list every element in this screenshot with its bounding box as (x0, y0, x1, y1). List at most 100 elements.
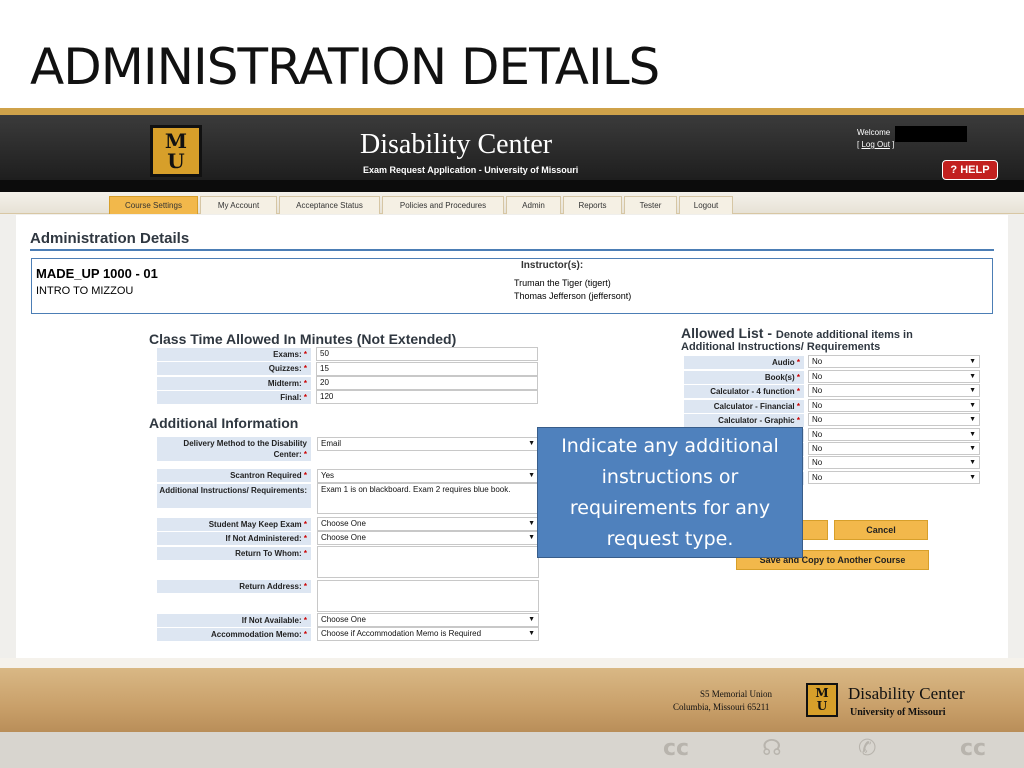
scantron-label: Scantron Required * (157, 469, 311, 482)
tab-logout[interactable]: Logout (679, 196, 733, 214)
return-address-textarea[interactable] (317, 580, 539, 612)
course-name: INTRO TO MIZZOU (36, 285, 134, 297)
tab-policies[interactable]: Policies and Procedures (382, 196, 504, 214)
final-input[interactable]: 120 (316, 390, 538, 404)
content-panel: Administration Details MADE_UP 1000 - 01… (16, 215, 1008, 658)
midterm-label: Midterm: * (157, 377, 311, 390)
closed-caption-icon: cc (960, 736, 987, 761)
question-icon: ? (950, 164, 958, 176)
redacted-username (895, 126, 967, 142)
slide-title: ADMINISTRATION DETAILS (30, 38, 660, 96)
help-label: HELP (960, 164, 990, 176)
chevron-down-icon: ▼ (528, 616, 535, 623)
callout-note: Indicate any additional instructions or … (537, 427, 803, 558)
allowed-item-label: Calculator - Financial * (684, 400, 804, 413)
chevron-down-icon: ▼ (969, 416, 976, 423)
tab-tester[interactable]: Tester (624, 196, 677, 214)
footer-banner: S5 Memorial Union Columbia, Missouri 652… (0, 658, 1024, 768)
closed-caption-icon: cc (663, 736, 690, 761)
logout-line: [ Log Out ] (857, 140, 895, 149)
not-available-select[interactable]: Choose One ▼ (317, 613, 539, 627)
allowed-item-label: Book(s) * (684, 371, 804, 384)
quizzes-input[interactable]: 15 (316, 362, 538, 376)
help-button[interactable]: ? HELP (942, 160, 998, 180)
footer-address-line: Columbia, Missouri 65211 (673, 702, 770, 712)
additional-instructions-label: Additional Instructions/ Requirements: (157, 484, 311, 508)
exams-label: Exams: * (157, 348, 311, 361)
accommodation-memo-select[interactable]: Choose if Accommodation Memo is Required… (317, 627, 539, 641)
chevron-down-icon: ▼ (528, 520, 535, 527)
additional-info-heading: Additional Information (149, 415, 299, 431)
header-band (0, 180, 1024, 192)
delivery-method-select[interactable]: Email ▼ (317, 437, 539, 451)
chevron-down-icon: ▼ (969, 373, 976, 380)
allowed-item-select[interactable]: No ▼ (808, 413, 980, 426)
accommodation-memo-label: Accommodation Memo: * (157, 628, 311, 641)
hearing-icon: ☊ (762, 736, 782, 761)
footer-university: University of Missouri (850, 707, 946, 718)
nav-bar: Course Settings My Account Acceptance St… (0, 192, 1024, 214)
course-info-box: MADE_UP 1000 - 01 INTRO TO MIZZOU Instru… (31, 258, 993, 314)
not-administered-label: If Not Administered: * (157, 532, 311, 545)
not-available-label: If Not Available: * (157, 614, 311, 627)
phone-icon: ✆ (858, 736, 877, 761)
allowed-item-label: Audio * (684, 356, 804, 369)
allowed-item-select[interactable]: No ▼ (808, 370, 980, 383)
chevron-down-icon: ▼ (969, 402, 976, 409)
chevron-down-icon: ▼ (528, 472, 535, 479)
chevron-down-icon: ▼ (528, 630, 535, 637)
instructor-name: Thomas Jefferson (jeffersont) (514, 291, 632, 301)
keep-exam-select[interactable]: Choose One ▼ (317, 517, 539, 531)
class-time-heading: Class Time Allowed In Minutes (Not Exten… (149, 331, 457, 347)
gold-rule (0, 108, 1024, 115)
return-to-whom-textarea[interactable] (317, 546, 539, 578)
allowed-list-subheading: Additional Instructions/ Requirements (681, 341, 881, 353)
allowed-item-select[interactable]: No ▼ (808, 355, 980, 368)
course-code: MADE_UP 1000 - 01 (36, 266, 158, 281)
mu-logo: MU (150, 125, 202, 177)
allowed-item-select[interactable]: No ▼ (808, 428, 980, 441)
allowed-item-select[interactable]: No ▼ (808, 456, 980, 469)
chevron-down-icon: ▼ (969, 358, 976, 365)
chevron-down-icon: ▼ (969, 387, 976, 394)
footer-org-name: Disability Center (848, 684, 965, 703)
logout-link[interactable]: Log Out (861, 140, 889, 149)
exams-input[interactable]: 50 (316, 347, 538, 361)
scantron-select[interactable]: Yes ▼ (317, 469, 539, 483)
tab-course-settings[interactable]: Course Settings (109, 196, 198, 214)
allowed-item-select[interactable]: No ▼ (808, 442, 980, 455)
welcome-label: Welcome (857, 128, 891, 137)
final-label: Final: * (157, 391, 311, 404)
allowed-item-select[interactable]: No ▼ (808, 471, 980, 484)
not-administered-select[interactable]: Choose One ▼ (317, 531, 539, 545)
allowed-item-select[interactable]: No ▼ (808, 399, 980, 412)
quizzes-label: Quizzes: * (157, 362, 311, 375)
chevron-down-icon: ▼ (969, 431, 976, 438)
page-heading: Administration Details (30, 230, 190, 247)
footer-mu-logo: MU (806, 683, 838, 717)
allowed-item-select[interactable]: No ▼ (808, 384, 980, 397)
allowed-list-heading: Allowed List - Denote additional items i… (681, 325, 913, 341)
chevron-down-icon: ▼ (528, 534, 535, 541)
return-to-whom-label: Return To Whom: * (157, 547, 311, 560)
app-header: MU Disability Center Exam Request Applic… (0, 115, 1024, 180)
chevron-down-icon: ▼ (969, 445, 976, 452)
heading-rule (30, 249, 994, 251)
tab-my-account[interactable]: My Account (200, 196, 277, 214)
tab-admin[interactable]: Admin (506, 196, 561, 214)
tab-acceptance-status[interactable]: Acceptance Status (279, 196, 380, 214)
instructors-label: Instructor(s): (521, 260, 584, 271)
tab-reports[interactable]: Reports (563, 196, 622, 214)
return-address-label: Return Address: * (157, 580, 311, 593)
instructor-name: Truman the Tiger (tigert) (514, 278, 611, 288)
additional-instructions-textarea[interactable]: Exam 1 is on blackboard. Exam 2 requires… (317, 483, 539, 514)
midterm-input[interactable]: 20 (316, 376, 538, 390)
app-screenshot: MU Disability Center Exam Request Applic… (0, 108, 1024, 658)
allowed-item-label: Calculator - Graphic * (684, 414, 804, 427)
allowed-item-label: Calculator - 4 function * (684, 385, 804, 398)
delivery-method-label: Delivery Method to the Disability Center… (157, 437, 311, 461)
site-subtitle: Exam Request Application - University of… (363, 165, 579, 175)
chevron-down-icon: ▼ (528, 440, 535, 447)
cancel-button[interactable]: Cancel (834, 520, 928, 540)
site-title: Disability Center (360, 129, 553, 160)
